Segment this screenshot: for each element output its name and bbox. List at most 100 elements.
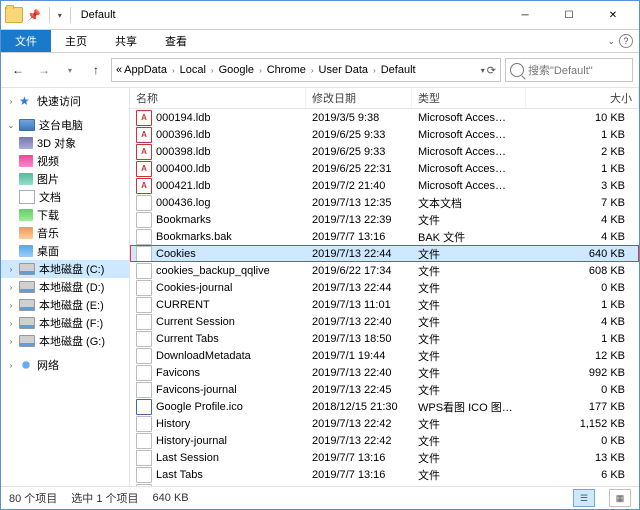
file-date: 2019/7/13 22:40 [306, 367, 412, 379]
file-date: 2019/7/2 21:40 [306, 180, 412, 192]
search-input[interactable]: 搜索"Default" [505, 58, 633, 82]
file-type: Microsoft Acces… [412, 180, 526, 192]
breadcrumb-item[interactable]: User Data [319, 64, 369, 76]
nav-up-button[interactable]: ↑ [85, 59, 107, 81]
col-size[interactable]: 大小 [526, 88, 639, 108]
breadcrumb-item[interactable]: Local [180, 64, 206, 76]
file-row[interactable]: History2019/7/13 22:42文件1,152 KB [130, 415, 639, 432]
file-row[interactable]: Google Profile.ico2018/12/15 21:30WPS看图 … [130, 398, 639, 415]
close-button[interactable]: ✕ [591, 2, 635, 28]
file-date: 2019/6/22 17:34 [306, 265, 412, 277]
file-row[interactable]: Last Session2019/7/7 13:16文件13 KB [130, 449, 639, 466]
file-row[interactable]: Cookies-journal2019/7/13 22:44文件0 KB [130, 279, 639, 296]
nav-tree[interactable]: ›★快速访问 ⌄这台电脑 3D 对象 视频 图片 文档 下载 音乐 桌面 ›本地… [1, 88, 130, 486]
breadcrumb-item[interactable]: Google [219, 64, 254, 76]
refresh-icon[interactable]: ⟳ [487, 64, 496, 77]
nav-documents[interactable]: 文档 [1, 188, 129, 206]
breadcrumb-dropdown-icon[interactable]: ▾ [481, 66, 485, 75]
file-row[interactable]: Cookies2019/7/13 22:44文件640 KB [130, 245, 639, 262]
status-bar: 80 个项目 选中 1 个项目 640 KB ☰ ▦ [1, 486, 639, 509]
breadcrumb-item[interactable]: AppData [124, 64, 167, 76]
nav-videos[interactable]: 视频 [1, 152, 129, 170]
tab-share[interactable]: 共享 [101, 30, 151, 52]
file-row[interactable]: CURRENT2019/7/13 11:01文件1 KB [130, 296, 639, 313]
breadcrumb-overflow[interactable]: « [116, 64, 122, 76]
col-type[interactable]: 类型 [412, 88, 526, 108]
view-large-icons-button[interactable]: ▦ [609, 489, 631, 507]
qat-dropdown-icon[interactable]: ▾ [58, 11, 62, 20]
file-size: 0 KB [526, 282, 639, 294]
file-row[interactable]: 000421.ldb2019/7/2 21:40Microsoft Acces…… [130, 177, 639, 194]
qat-pin-icon[interactable]: 📌 [27, 9, 41, 22]
file-row[interactable]: 000398.ldb2019/6/25 9:33Microsoft Acces…… [130, 143, 639, 160]
nav-drive-g[interactable]: ›本地磁盘 (G:) [1, 332, 129, 350]
file-size: 177 KB [526, 401, 639, 413]
file-type: 文件 [412, 433, 526, 449]
column-headers[interactable]: 名称 修改日期 类型 大小 [130, 88, 639, 109]
col-name[interactable]: 名称 [130, 88, 306, 108]
file-row[interactable]: Favicons-journal2019/7/13 22:45文件0 KB [130, 381, 639, 398]
file-row[interactable]: 000436.log2019/7/13 12:35文本文档7 KB [130, 194, 639, 211]
file-row[interactable]: History-journal2019/7/13 22:42文件0 KB [130, 432, 639, 449]
file-type: 文件 [412, 365, 526, 381]
file-name: Favicons-journal [156, 384, 237, 396]
nav-this-pc[interactable]: ⌄这台电脑 [1, 116, 129, 134]
file-icon [136, 212, 152, 228]
file-name: 000194.ldb [156, 112, 210, 124]
nav-network[interactable]: ›网络 [1, 356, 129, 374]
file-row[interactable]: Bookmarks2019/7/13 22:39文件4 KB [130, 211, 639, 228]
nav-3d-objects[interactable]: 3D 对象 [1, 134, 129, 152]
file-icon [136, 382, 152, 398]
nav-drive-c[interactable]: ›本地磁盘 (C:) [1, 260, 129, 278]
tab-view[interactable]: 查看 [151, 30, 201, 52]
file-date: 2019/6/25 9:33 [306, 129, 412, 141]
file-icon [136, 246, 152, 262]
file-name: 000396.ldb [156, 129, 210, 141]
file-name: DownloadMetadata [156, 350, 251, 362]
file-row[interactable]: 000396.ldb2019/6/25 9:33Microsoft Acces…… [130, 126, 639, 143]
nav-desktop[interactable]: 桌面 [1, 242, 129, 260]
breadcrumb[interactable]: « AppData› Local› Google› Chrome› User D… [111, 58, 501, 82]
file-size: 4 KB [526, 231, 639, 243]
nav-history-dropdown[interactable]: ▾ [59, 59, 81, 81]
col-date[interactable]: 修改日期 [306, 88, 412, 108]
status-size: 640 KB [153, 492, 189, 504]
nav-quick-access[interactable]: ›★快速访问 [1, 92, 129, 110]
ribbon-expand-icon[interactable]: ⌄ [607, 36, 615, 47]
nav-downloads[interactable]: 下载 [1, 206, 129, 224]
file-row[interactable]: 000194.ldb2019/3/5 9:38Microsoft Acces…1… [130, 109, 639, 126]
nav-pictures[interactable]: 图片 [1, 170, 129, 188]
file-row[interactable]: Last Tabs2019/7/7 13:16文件6 KB [130, 466, 639, 483]
titlebar: 📌 ▾ Default ─ ☐ ✕ [1, 1, 639, 30]
breadcrumb-item[interactable]: Chrome [267, 64, 306, 76]
file-date: 2018/12/15 21:30 [306, 401, 412, 413]
file-row[interactable]: Favicons2019/7/13 22:40文件992 KB [130, 364, 639, 381]
file-row[interactable]: Bookmarks.bak2019/7/7 13:16BAK 文件4 KB [130, 228, 639, 245]
file-row[interactable]: Current Tabs2019/7/13 18:50文件1 KB [130, 330, 639, 347]
help-icon[interactable]: ? [619, 34, 633, 48]
minimize-button[interactable]: ─ [503, 2, 547, 28]
nav-forward-button[interactable]: → [33, 59, 55, 81]
file-row[interactable]: 000400.ldb2019/6/25 22:31Microsoft Acces… [130, 160, 639, 177]
tab-home[interactable]: 主页 [51, 30, 101, 52]
file-row[interactable]: Current Session2019/7/13 22:40文件4 KB [130, 313, 639, 330]
nav-music[interactable]: 音乐 [1, 224, 129, 242]
file-size: 7 KB [526, 197, 639, 209]
file-size: 4 KB [526, 316, 639, 328]
search-placeholder: 搜索"Default" [528, 62, 593, 78]
nav-back-button[interactable]: ← [7, 59, 29, 81]
file-row[interactable]: DownloadMetadata2019/7/1 19:44文件12 KB [130, 347, 639, 364]
file-list[interactable]: 000194.ldb2019/3/5 9:38Microsoft Acces…1… [130, 109, 639, 486]
file-name: cookies_backup_qqlive [156, 265, 270, 277]
nav-drive-f[interactable]: ›本地磁盘 (F:) [1, 314, 129, 332]
window-title: Default [81, 9, 116, 21]
nav-drive-e[interactable]: ›本地磁盘 (E:) [1, 296, 129, 314]
nav-drive-d[interactable]: ›本地磁盘 (D:) [1, 278, 129, 296]
file-name: CURRENT [156, 299, 210, 311]
file-icon [136, 161, 152, 177]
maximize-button[interactable]: ☐ [547, 2, 591, 28]
view-details-button[interactable]: ☰ [573, 489, 595, 507]
file-row[interactable]: cookies_backup_qqlive2019/6/22 17:34文件60… [130, 262, 639, 279]
breadcrumb-item[interactable]: Default [381, 64, 416, 76]
tab-file[interactable]: 文件 [1, 30, 51, 52]
